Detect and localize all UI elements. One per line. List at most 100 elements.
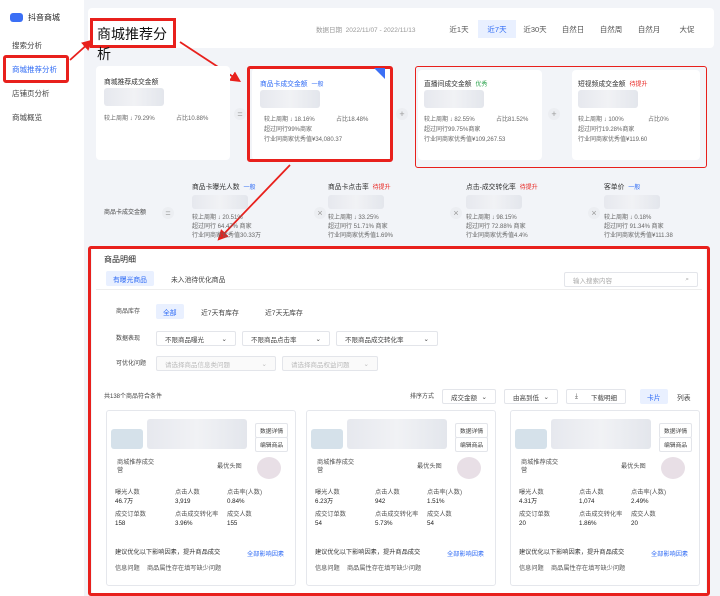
metric-label: 点击率(人数)	[227, 489, 263, 496]
product-title	[347, 419, 447, 449]
product-image	[515, 429, 547, 449]
metric-label: 曝光人数	[115, 489, 140, 496]
best-image-thumb	[257, 457, 281, 479]
formula-item-value	[328, 195, 384, 209]
product-card[interactable]: 数据详情 编辑商品 商城推荐成交营最优头图 曝光人数 4.31万 点击人数 1,074 点击率…	[510, 410, 700, 586]
product-card[interactable]: 数据详情 编辑商品 商城推荐成交营最优头图 曝光人数 46.7万 点击人数 3,919 点击率…	[106, 410, 296, 586]
chevron-down-icon: ⌄	[221, 335, 227, 343]
live-gmv-wow: 较上周期 ↓ 82.55%	[424, 117, 475, 123]
formula-item-2[interactable]: 点击-成交转化率 待提升 较上周期 ↓ 98.15% 超过同行 72.88% 商家行…	[466, 179, 592, 243]
sort-value: 成交金额	[451, 394, 477, 402]
perf-cvr-select[interactable]: 不限商品成交转化率 ⌄	[336, 331, 438, 346]
stock-label: 商品库存	[116, 309, 141, 315]
source-sub: 营	[521, 467, 528, 474]
data-detail-button[interactable]: 数据详情	[255, 423, 289, 438]
product-image	[311, 429, 343, 449]
all-factors-link[interactable]: 全部影响因素	[651, 549, 688, 558]
view-list-button[interactable]: 列表	[670, 389, 698, 404]
formula-item-value	[192, 195, 248, 209]
formula-item-1[interactable]: 商品卡点击率 待提升 较上周期 ↓ 33.25% 超过同行 51.71% 商家 行业同…	[328, 179, 454, 243]
metric-value: 20	[631, 520, 638, 527]
result-count: 共138个商品符合条件	[104, 394, 163, 400]
total-gmv-share: 占比10.88%	[176, 116, 209, 122]
best-image-label: 最优头图	[621, 463, 646, 470]
video-gmv-excellent: 行业同商家优秀值¥119.60	[578, 137, 648, 143]
divider	[96, 289, 702, 290]
chevron-down-icon: ⌄	[481, 393, 487, 401]
perf-label: 数据表现	[116, 336, 141, 342]
order-select[interactable]: 由高到低 ⌄	[504, 389, 558, 404]
all-factors-link[interactable]: 全部影响因素	[247, 549, 284, 558]
metric-label: 点击人数	[579, 489, 604, 496]
download-button[interactable]: ⤓ 下载明细	[566, 389, 626, 404]
metric-value: 46.7万	[115, 498, 134, 505]
formula-item-title: 点击-成交转化率 待提升	[466, 181, 538, 191]
formula-item-3[interactable]: 客单价 一般 较上周期 ↓ 0.18% 超过同行 91.34% 商家 行业同商家优秀值…	[604, 179, 720, 243]
total-gmv-value	[104, 88, 164, 106]
edit-product-button[interactable]: 编辑商品	[659, 437, 693, 452]
metric-label: 曝光人数	[519, 489, 544, 496]
source-sub: 营	[117, 467, 124, 474]
issue-label: 可优化问题	[116, 361, 147, 367]
advice-text: 建议优化以下影响因素，提升商品成交	[315, 549, 421, 556]
data-detail-button[interactable]: 数据详情	[659, 423, 693, 438]
perf-cvr-value: 不限商品成交转化率	[345, 336, 404, 344]
metric-label: 成交订单数	[519, 511, 550, 518]
equals-icon: =	[234, 108, 246, 120]
metric-value: 158	[115, 520, 126, 527]
total-gmv-card[interactable]: 商城推荐成交金额 较上周期 ↓ 79.29% 占比10.88%	[96, 66, 230, 160]
metric-label: 曝光人数	[315, 489, 340, 496]
sort-select[interactable]: 成交金额 ⌄	[442, 389, 496, 404]
perf-exposure-value: 不限商品曝光	[165, 336, 204, 344]
best-image-thumb	[661, 457, 685, 479]
metric-value: 5.73%	[375, 520, 393, 527]
stock-all[interactable]: 全部	[156, 304, 184, 319]
formula-item-tag: 待提升	[372, 185, 391, 191]
view-card-button[interactable]: 卡片	[640, 389, 668, 404]
stock-has[interactable]: 近7天有库存	[194, 304, 246, 319]
stock-none[interactable]: 近7天无库存	[258, 304, 310, 319]
edit-product-button[interactable]: 编辑商品	[455, 437, 489, 452]
product-card[interactable]: 数据详情 编辑商品 商城推荐成交营最优头图 曝光人数 6.23万 点击人数 942 点击率(人…	[306, 410, 496, 586]
formula-item-excellent: 行业同商家优秀值30.33万	[192, 233, 262, 239]
data-detail-button[interactable]: 数据详情	[455, 423, 489, 438]
perf-exposure-select[interactable]: 不限商品曝光 ⌄	[156, 331, 236, 346]
formula-item-0[interactable]: 商品卡曝光人数 一般 较上周期 ↓ 20.51% 超过同行 64.47% 商家 行业同…	[192, 179, 318, 243]
issue-benefit-select[interactable]: 请选择商品权益问题 ⌄	[282, 356, 378, 371]
product-title	[147, 419, 247, 449]
edit-product-button[interactable]: 编辑商品	[255, 437, 289, 452]
metric-value: 4.31万	[519, 498, 538, 505]
issue-benefit-value: 请选择商品权益问题	[291, 361, 350, 369]
metric-label: 成交人数	[631, 511, 656, 518]
formula-item-title: 商品卡曝光人数 一般	[192, 181, 255, 191]
advice-text: 建议优化以下影响因素，提升商品成交	[519, 549, 625, 556]
search-icon: ⌕	[685, 275, 689, 283]
live-gmv-share: 占比81.52%	[496, 117, 529, 123]
issue-type: 信息问题	[519, 565, 544, 572]
tab-not-pooled[interactable]: 未入池待优化商品	[164, 271, 232, 286]
perf-ctr-select[interactable]: 不限商品点击率 ⌄	[242, 331, 330, 346]
issue-info-value: 请选择商品信息类问题	[165, 361, 230, 369]
search-input[interactable]: 输入搜索内容 ⌕	[564, 272, 698, 287]
metric-value: 1,074	[579, 498, 595, 505]
chevron-down-icon: ⌄	[543, 393, 549, 401]
tab-exposed[interactable]: 有曝光商品	[106, 271, 154, 286]
search-placeholder: 输入搜索内容	[573, 277, 612, 285]
issue-info-select[interactable]: 请选择商品信息类问题 ⌄	[156, 356, 276, 371]
metric-label: 成交人数	[427, 511, 452, 518]
metric-value: 54	[427, 520, 434, 527]
live-gmv-card[interactable]: 直播间成交金额 优秀 较上周期 ↓ 82.55% 占比81.52% 超过同行99…	[418, 70, 542, 160]
video-gmv-card[interactable]: 短视频成交金额 待提升 较上周期 ↓ 100% 占比0% 超过同行19.28%商…	[572, 70, 700, 160]
formula-item-title: 客单价 一般	[604, 181, 640, 191]
live-gmv-title: 直播间成交金额 优秀	[424, 78, 487, 88]
formula-item-tag: 一般	[243, 185, 256, 191]
formula-item-tag: 待提升	[519, 185, 538, 191]
formula-item-excellent: 行业同商家优秀值1.69%	[328, 233, 394, 239]
formula-item-label: 商品卡曝光人数	[192, 184, 240, 191]
metric-label: 点击率(人数)	[631, 489, 667, 496]
formula-item-excellent: 行业同商家优秀值¥111.38	[604, 233, 673, 239]
plus-icon-2: +	[548, 108, 560, 120]
all-factors-link[interactable]: 全部影响因素	[447, 549, 484, 558]
metric-value: 3.96%	[175, 520, 193, 527]
best-image-label: 最优头图	[217, 463, 242, 470]
